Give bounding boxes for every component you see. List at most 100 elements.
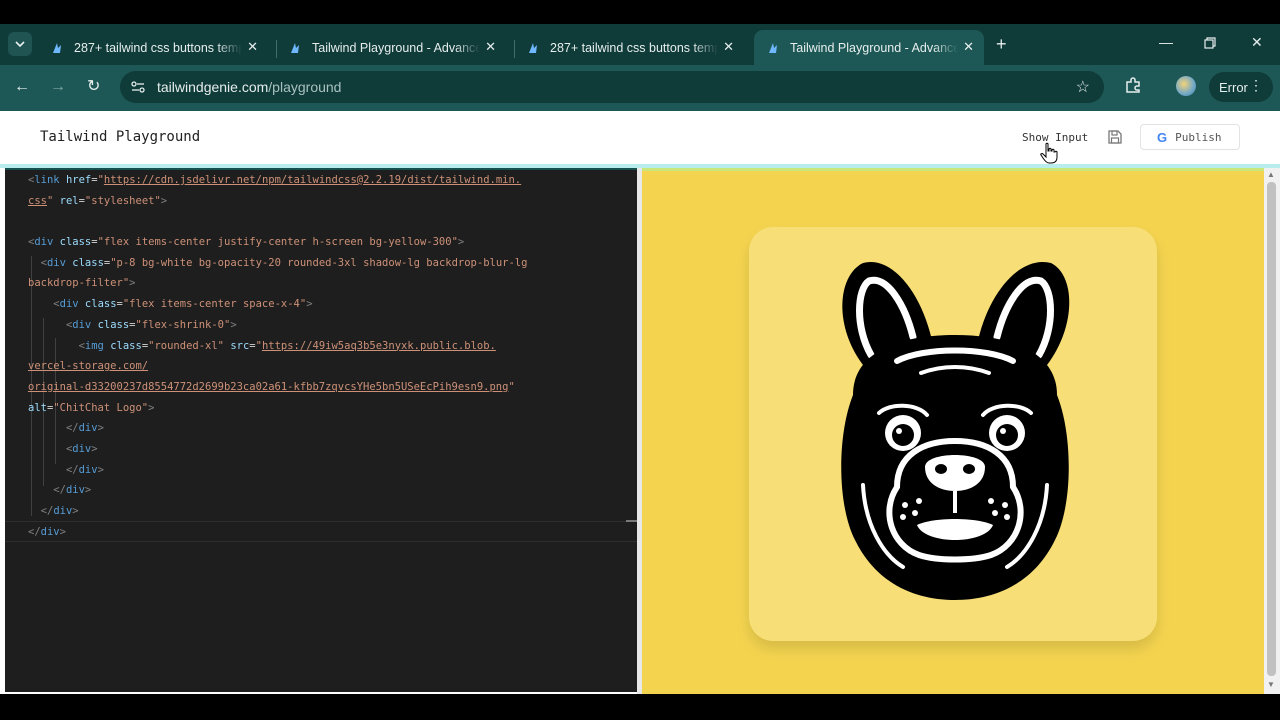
- code-token: </: [65, 463, 79, 476]
- code-token: >: [59, 525, 66, 538]
- code-line: </div>: [28, 501, 618, 522]
- close-icon[interactable]: ✕: [247, 39, 258, 55]
- scroll-down-icon[interactable]: ▼: [1267, 680, 1275, 689]
- close-icon[interactable]: ✕: [723, 39, 734, 55]
- code-token: div: [46, 256, 66, 269]
- publish-button[interactable]: G Publish: [1140, 124, 1240, 150]
- code-line: <img class="rounded-xl" src="https://49i…: [28, 336, 618, 357]
- code-token: link: [34, 174, 60, 186]
- code-line: backdrop-filter">: [28, 273, 618, 294]
- save-icon[interactable]: [1107, 129, 1123, 145]
- tab-4-active[interactable]: Tailwind Playground - Advance ✕: [754, 30, 984, 65]
- window-close-icon[interactable]: ✕: [1251, 34, 1263, 51]
- tailwind-favicon-icon: [769, 42, 777, 53]
- playground-header: Tailwind Playground Show Input G Publish: [0, 111, 1280, 164]
- close-icon[interactable]: ✕: [963, 39, 974, 55]
- tab-search-button[interactable]: [8, 32, 32, 56]
- code-lines: <link href="https://cdn.jsdelivr.net/npm…: [28, 170, 618, 542]
- code-token: >: [160, 194, 168, 207]
- code-token: backdrop-filter": [28, 277, 130, 290]
- scroll-up-icon[interactable]: ▲: [1267, 170, 1275, 179]
- code-line: <div class="flex items-center space-x-4"…: [28, 294, 618, 315]
- tab-3[interactable]: 287+ tailwind css buttons temp ✕: [514, 30, 744, 65]
- top-letterbox: [0, 0, 1280, 24]
- code-token: </: [40, 505, 54, 517]
- preview-pane: [642, 168, 1264, 694]
- code-editor[interactable]: <link href="https://cdn.jsdelivr.net/npm…: [5, 168, 637, 692]
- code-line: alt="ChitChat Logo">: [28, 398, 618, 419]
- code-token: "ChitChat Logo": [53, 401, 149, 414]
- editor-line-highlight: [5, 521, 637, 522]
- code-token: >: [84, 484, 92, 497]
- plus-icon[interactable]: +: [996, 34, 1007, 54]
- reload-icon[interactable]: ↻: [87, 77, 100, 97]
- editor-scroll-marker: [626, 520, 637, 522]
- code-line: <div class="flex items-center justify-ce…: [28, 232, 618, 253]
- code-token: </: [53, 484, 66, 497]
- code-token: "flex items-center justify-center h-scre…: [97, 236, 458, 249]
- code-token: div: [65, 484, 85, 497]
- code-token: </: [65, 422, 79, 435]
- code-token: class: [59, 236, 92, 249]
- close-icon[interactable]: ✕: [485, 39, 496, 55]
- code-token: >: [72, 505, 79, 517]
- page-title: Tailwind Playground: [40, 129, 201, 145]
- code-line: </div>: [28, 480, 618, 501]
- code-token: class: [97, 318, 130, 331]
- tab-strip: 287+ tailwind css buttons temp ✕ Tailwin…: [0, 24, 1280, 65]
- kebab-menu-icon: ⋮: [1249, 77, 1263, 93]
- publish-label: Publish: [1175, 130, 1222, 144]
- star-icon[interactable]: ☆: [1076, 77, 1090, 97]
- logo-card: [749, 227, 1157, 641]
- code-line: <div class="flex-shrink-0">: [28, 315, 618, 336]
- code-token: div: [72, 318, 92, 331]
- hand-cursor-icon: [1040, 142, 1058, 164]
- tab-title: 287+ tailwind css buttons temp: [550, 40, 718, 55]
- code-token: </: [28, 525, 41, 538]
- address-bar[interactable]: tailwindgenie.com/playground ☆: [120, 71, 1104, 103]
- code-token: https://49iw5aq3b5e3nyxk.public.blob.: [261, 339, 496, 352]
- code-token: href: [65, 174, 92, 186]
- minimize-icon[interactable]: —: [1159, 34, 1173, 50]
- scrollbar-thumb[interactable]: [1267, 182, 1276, 676]
- bottom-letterbox: [0, 694, 1280, 720]
- code-token: class: [72, 256, 104, 269]
- code-line: <link href="https://cdn.jsdelivr.net/npm…: [28, 170, 618, 191]
- tailwind-favicon-icon: [291, 42, 299, 53]
- profile-avatar-icon[interactable]: [1176, 76, 1196, 96]
- code-token: "flex items-center space-x-4": [122, 298, 307, 311]
- browser-toolbar: ← → ↻ tailwindgenie.com/playground ☆ Err…: [0, 65, 1280, 111]
- extensions-icon[interactable]: [1124, 76, 1142, 94]
- back-icon[interactable]: ←: [14, 77, 30, 97]
- code-token: div: [78, 422, 98, 435]
- error-label: Error: [1219, 79, 1248, 95]
- tab-2[interactable]: Tailwind Playground - Advance ✕: [276, 30, 506, 65]
- site-settings-icon[interactable]: [130, 79, 146, 95]
- playground-workspace: <link href="https://cdn.jsdelivr.net/npm…: [0, 168, 1280, 694]
- french-bulldog-logo: [841, 261, 1070, 600]
- code-token: div: [59, 298, 79, 311]
- code-token: vercel-storage.com/: [28, 360, 149, 373]
- code-token: class: [84, 298, 117, 311]
- code-token: src: [230, 339, 250, 352]
- forward-icon[interactable]: →: [50, 77, 66, 97]
- code-token: "p-8 bg-white bg-opacity-20 rounded-3xl …: [110, 256, 528, 269]
- code-line: css" rel="stylesheet">: [28, 191, 618, 212]
- code-line: vercel-storage.com/: [28, 356, 618, 377]
- error-menu-button[interactable]: Error ⋮: [1209, 72, 1273, 102]
- tab-title: Tailwind Playground - Advance: [790, 40, 958, 55]
- restore-icon[interactable]: [1204, 37, 1216, 49]
- code-line: </div>: [28, 418, 618, 439]
- preview-scrollbar[interactable]: ▲ ▼: [1264, 168, 1280, 694]
- url-text: tailwindgenie.com/playground: [157, 79, 341, 95]
- tab-1[interactable]: 287+ tailwind css buttons temp ✕: [38, 30, 268, 65]
- code-token: div: [40, 525, 60, 538]
- editor-line-highlight: [5, 541, 637, 542]
- code-token: div: [34, 236, 54, 249]
